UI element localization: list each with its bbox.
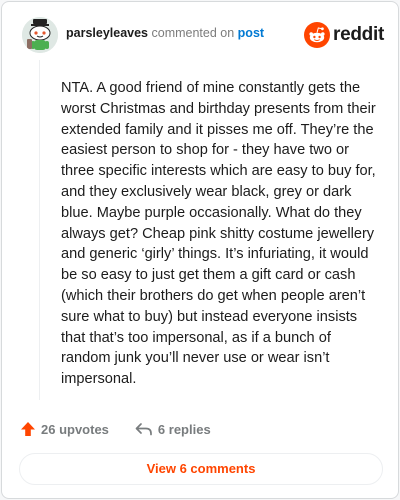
- comment-card: parsleyleaves commented on post reddit N…: [1, 1, 399, 499]
- view-comments-button[interactable]: View 6 comments: [19, 453, 383, 485]
- upvote-button[interactable]: 26 upvotes: [20, 421, 109, 437]
- action-text: commented on: [151, 26, 235, 40]
- reddit-logo-icon: [304, 22, 331, 48]
- replies-button[interactable]: 6 replies: [135, 421, 211, 437]
- upvote-count: 26 upvotes: [41, 421, 109, 437]
- reddit-brand[interactable]: reddit: [304, 22, 384, 48]
- thread-line: [39, 60, 40, 400]
- snoo-avatar-icon: [22, 17, 58, 53]
- upvote-arrow-icon: [21, 422, 35, 436]
- comment-header: parsleyleaves commented on post reddit: [22, 15, 384, 55]
- comment-body: NTA. A good friend of mine constantly ge…: [61, 80, 376, 388]
- post-link[interactable]: post: [238, 26, 264, 40]
- reddit-wordmark: reddit: [333, 24, 384, 45]
- comment-actions: 26 upvotes 6 replies: [20, 418, 211, 440]
- username-link[interactable]: parsleyleaves: [66, 26, 148, 40]
- reply-arrow-icon: [135, 423, 152, 436]
- comment-meta: parsleyleaves commented on post: [66, 26, 264, 40]
- user-avatar[interactable]: [22, 17, 58, 53]
- replies-count: 6 replies: [157, 421, 211, 437]
